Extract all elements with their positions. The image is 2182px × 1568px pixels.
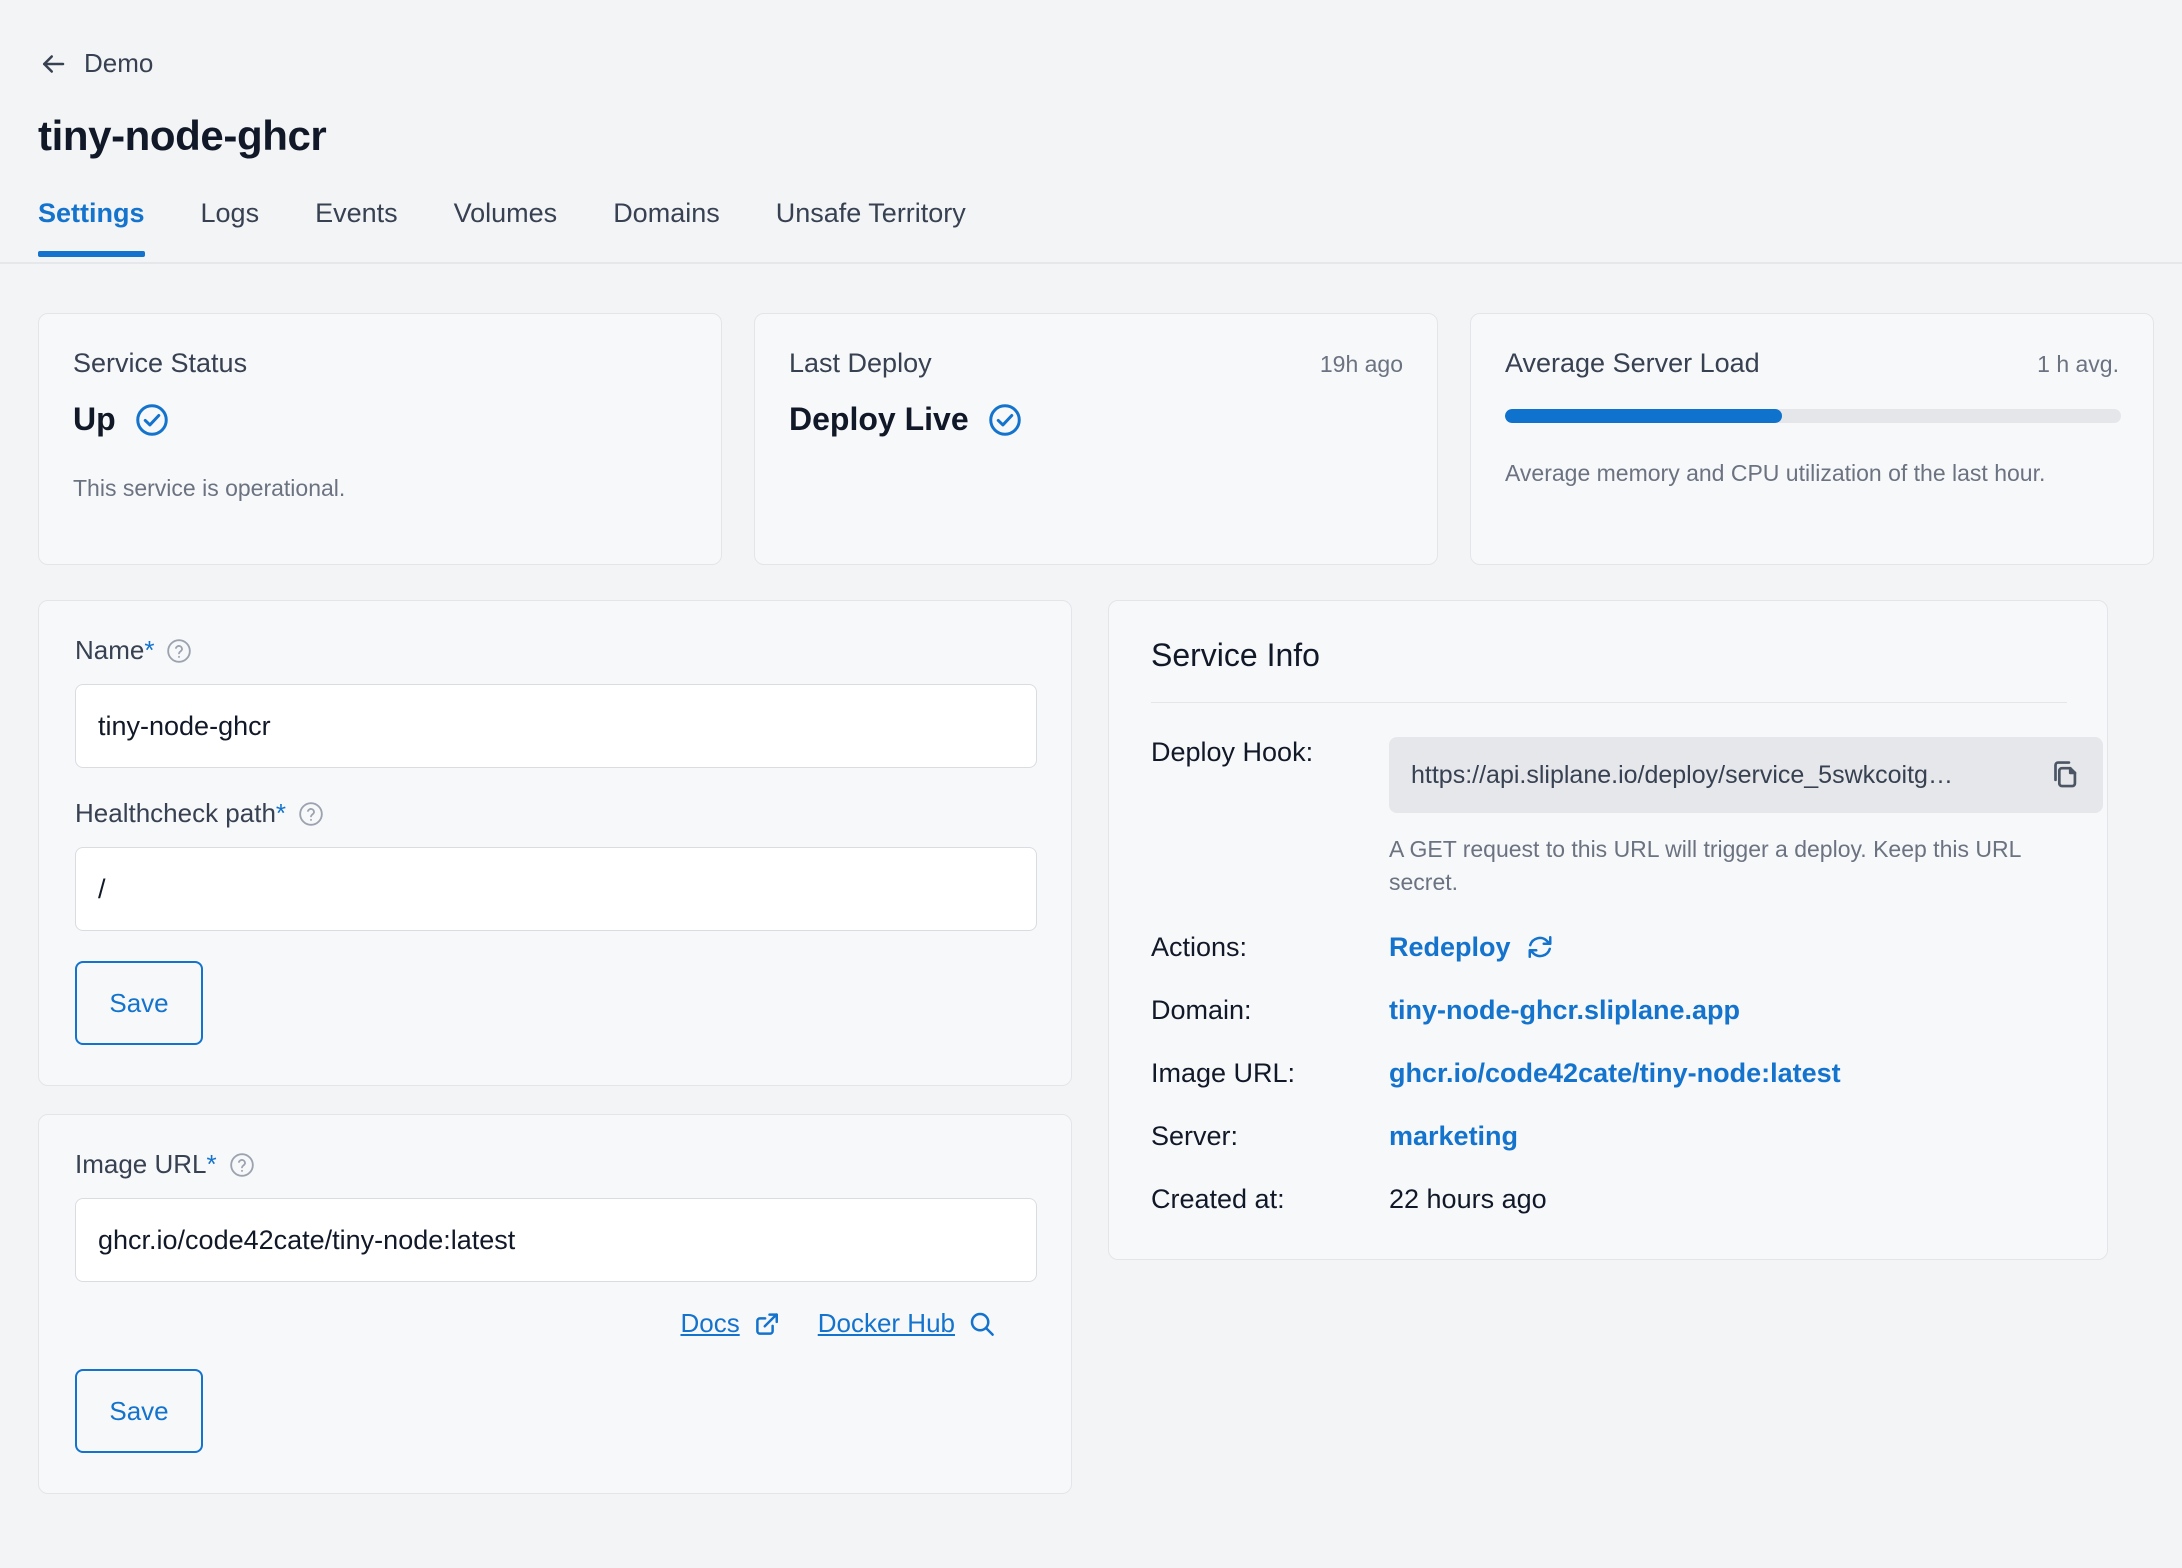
tab-domains[interactable]: Domains — [613, 198, 720, 255]
tab-settings[interactable]: Settings — [38, 198, 145, 257]
server-load-progress-bar — [1505, 409, 2121, 423]
created-at-row: Created at: 22 hours ago — [1141, 1184, 2067, 1215]
image-url-required-marker: * — [206, 1149, 217, 1179]
last-deploy-value: Deploy Live — [789, 401, 969, 437]
save-settings-button[interactable]: Save — [75, 961, 203, 1045]
status-cards-row: Service Status Up This service is operat… — [38, 313, 2154, 565]
healthcheck-label: Healthcheck path* — [75, 798, 1035, 829]
settings-forms-column: Name* Healthcheck path* — [38, 600, 1072, 1494]
server-load-progress-fill — [1505, 409, 1783, 423]
docker-hub-link[interactable]: Docker Hub — [818, 1308, 997, 1339]
back-arrow-icon — [43, 54, 65, 73]
tab-events[interactable]: Events — [315, 198, 398, 255]
service-info-title: Service Info — [1151, 637, 1320, 673]
deploy-hook-key: Deploy Hook: — [1151, 737, 1314, 767]
service-info-panel: Service Info Deploy Hook: https://api.sl… — [1108, 600, 2108, 1260]
service-status-card: Service Status Up This service is operat… — [38, 313, 722, 565]
healthcheck-path-input[interactable] — [75, 847, 1037, 931]
image-url-field-block: Image URL* — [75, 1149, 1037, 1282]
last-deploy-title: Last Deploy — [789, 348, 932, 378]
image-url-input[interactable] — [75, 1198, 1037, 1282]
actions-key: Actions: — [1151, 931, 1248, 962]
name-label: Name* — [75, 635, 1035, 666]
domain-row: Domain: tiny-node-ghcr.sliplane.app — [1141, 995, 2067, 1026]
service-status-value: Up — [73, 401, 116, 437]
name-required-marker: * — [144, 635, 155, 665]
tab-volumes[interactable]: Volumes — [454, 198, 558, 255]
help-icon[interactable] — [298, 801, 324, 827]
image-settings-panel: Image URL* Docs — [38, 1114, 1072, 1494]
check-circle-icon — [135, 403, 168, 436]
name-field-block: Name* — [75, 635, 1037, 768]
breadcrumb[interactable]: Demo — [38, 48, 153, 79]
copy-icon[interactable] — [2047, 758, 2081, 792]
breadcrumb-label: Demo — [84, 48, 154, 78]
image-url-row: Image URL: ghcr.io/code42cate/tiny-node:… — [1141, 1058, 2067, 1089]
healthcheck-label-text: Healthcheck path — [75, 798, 276, 828]
divider — [1151, 702, 2067, 703]
deploy-hook-url: https://api.sliplane.io/deploy/service_5… — [1411, 760, 1953, 789]
general-settings-panel: Name* Healthcheck path* — [38, 600, 1072, 1086]
docs-link[interactable]: Docs — [680, 1308, 781, 1339]
page-title: tiny-node-ghcr — [38, 112, 327, 159]
healthcheck-field-block: Healthcheck path* — [75, 798, 1037, 931]
image-url-key: Image URL: — [1151, 1057, 1296, 1088]
refresh-icon — [1528, 936, 1552, 959]
server-load-card: Average Server Load 1 h avg. Average mem… — [1470, 313, 2154, 565]
server-load-description: Average memory and CPU utilization of th… — [1505, 460, 2046, 486]
image-url-link[interactable]: ghcr.io/code42cate/tiny-node:latest — [1389, 1058, 1841, 1088]
docs-link-label: Docs — [680, 1308, 740, 1338]
deploy-hook-row: Deploy Hook: https://api.sliplane.io/dep… — [1141, 737, 2103, 900]
server-row: Server: marketing — [1141, 1121, 2067, 1152]
name-label-text: Name — [75, 635, 145, 665]
healthcheck-required-marker: * — [275, 798, 287, 828]
domain-key: Domain: — [1151, 994, 1252, 1025]
redeploy-label: Redeploy — [1389, 931, 1511, 962]
image-url-label: Image URL* — [75, 1149, 1035, 1180]
domain-link[interactable]: tiny-node-ghcr.sliplane.app — [1389, 995, 1740, 1025]
image-url-label-text: Image URL — [75, 1149, 207, 1179]
server-link[interactable]: marketing — [1389, 1121, 1518, 1151]
service-status-description: This service is operational. — [73, 475, 346, 501]
service-settings-page: Demo tiny-node-ghcr Settings Logs Events… — [0, 0, 2182, 1568]
deploy-hook-note: A GET request to this URL will trigger a… — [1389, 836, 2021, 896]
deploy-hook-value-box: https://api.sliplane.io/deploy/service_5… — [1389, 737, 2103, 813]
docker-hub-link-label: Docker Hub — [817, 1308, 955, 1338]
actions-row: Actions: Redeploy — [1141, 932, 2067, 963]
server-load-period: 1 h avg. — [2037, 351, 2119, 377]
name-input[interactable] — [75, 684, 1037, 768]
created-at-value: 22 hours ago — [1389, 1183, 1547, 1214]
redeploy-button[interactable]: Redeploy — [1389, 932, 1555, 963]
help-icon[interactable] — [166, 638, 192, 664]
server-load-title: Average Server Load — [1505, 348, 1760, 378]
tab-unsafe-territory[interactable]: Unsafe Territory — [776, 198, 966, 255]
search-icon — [970, 1312, 994, 1336]
image-helper-links: Docs Docker Hub — [75, 1308, 1035, 1339]
tab-logs[interactable]: Logs — [201, 198, 260, 255]
service-status-title: Service Status — [73, 348, 248, 378]
server-key: Server: — [1151, 1120, 1239, 1151]
help-icon[interactable] — [229, 1152, 255, 1178]
save-image-button[interactable]: Save — [75, 1369, 203, 1453]
main-content: Name* Healthcheck path* — [38, 600, 2108, 1494]
check-circle-icon — [988, 403, 1021, 436]
last-deploy-card: Last Deploy 19h ago Deploy Live — [754, 313, 1438, 565]
external-link-icon — [755, 1312, 778, 1335]
tab-bar: Settings Logs Events Volumes Domains Uns… — [0, 198, 2182, 264]
created-at-key: Created at: — [1151, 1183, 1285, 1214]
last-deploy-time: 19h ago — [1319, 351, 1403, 377]
